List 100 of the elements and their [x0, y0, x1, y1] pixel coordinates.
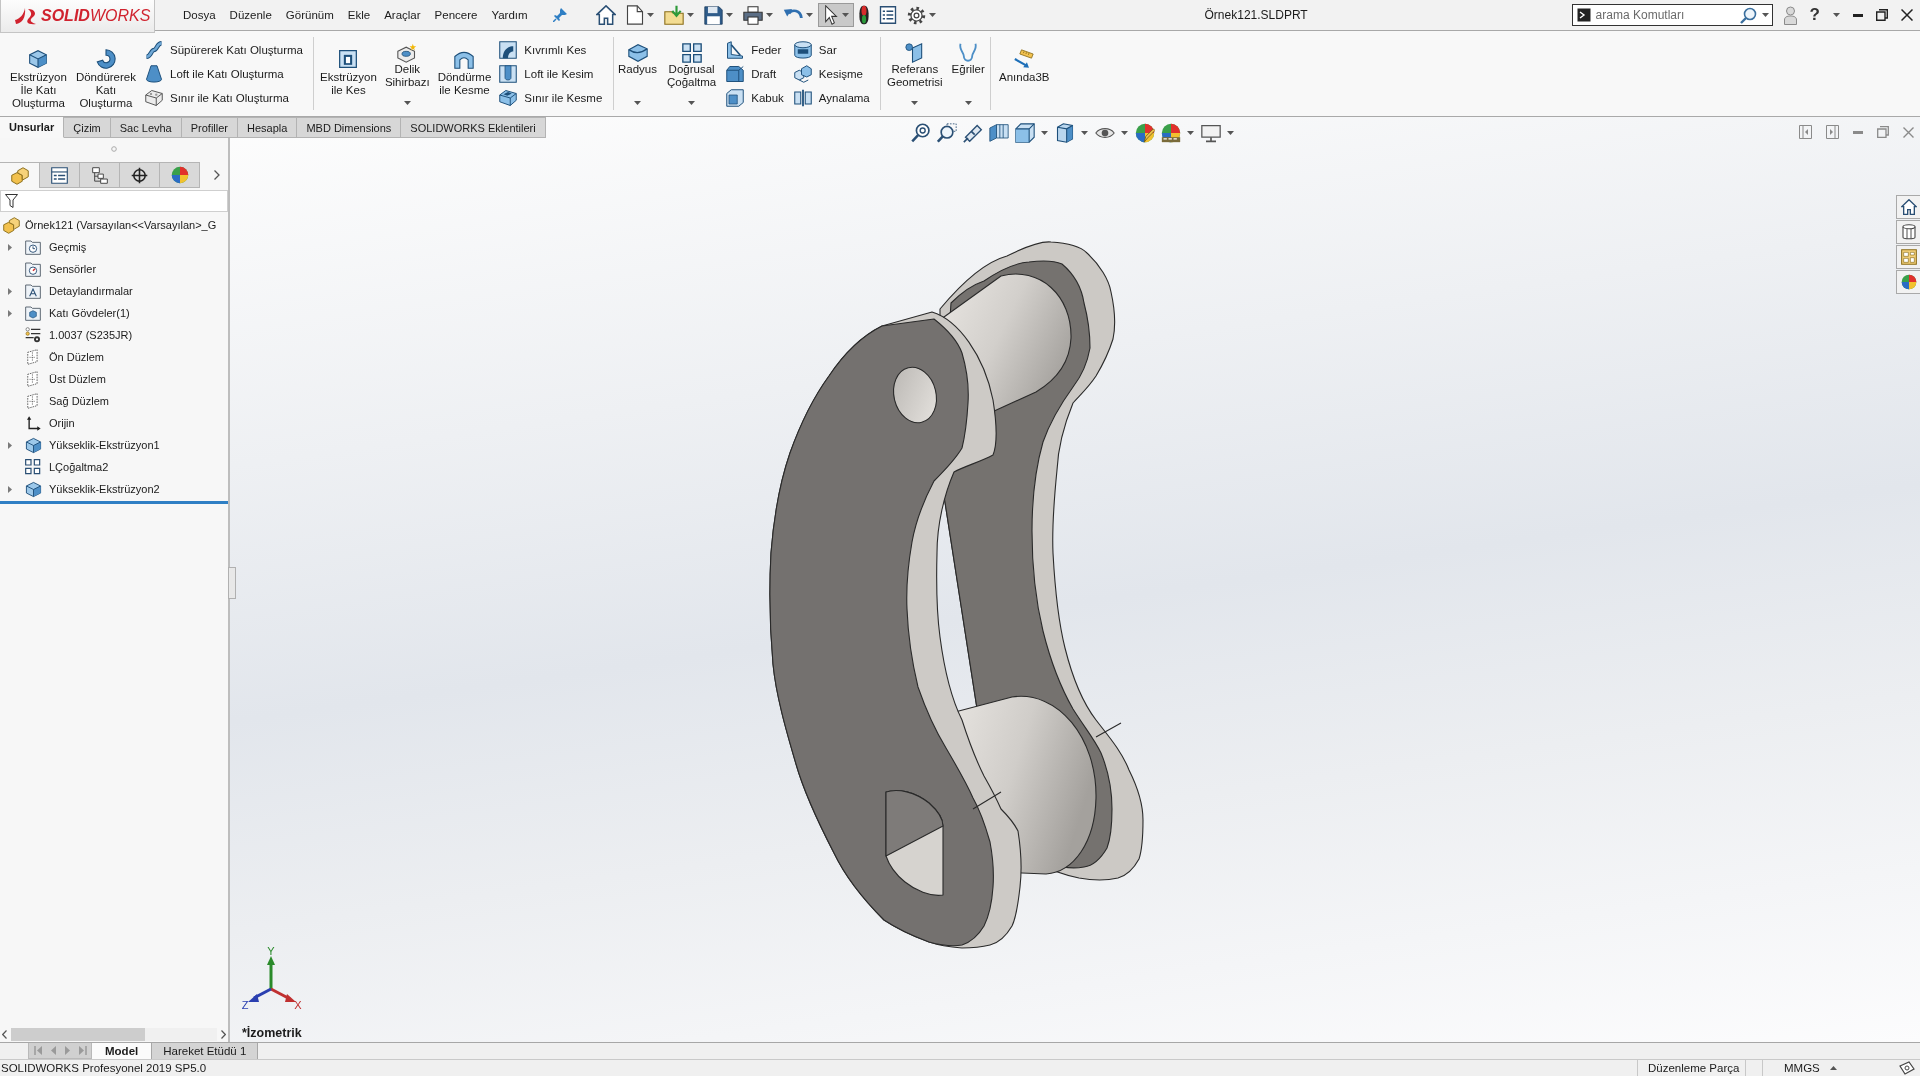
shaded-box-icon[interactable]	[1055, 123, 1075, 143]
zoom-area-icon[interactable]	[937, 123, 957, 143]
tree-item[interactable]: Yükseklik-Ekstrüzyon2	[49, 483, 160, 495]
color-ball-pencil-icon[interactable]	[1135, 123, 1155, 143]
scrollbar-thumb[interactable]	[11, 1028, 145, 1041]
menu-item[interactable]: Pencere	[427, 6, 485, 24]
rib-icon	[726, 41, 745, 59]
tree-item[interactable]: Detaylandırmalar	[49, 285, 133, 297]
expand-arrow-icon[interactable]	[8, 441, 12, 449]
ribbon-tab[interactable]: MBD Dimensions	[297, 117, 402, 138]
ribbon-button[interactable]: Sınır ile Katı Oluşturma	[145, 86, 303, 110]
expand-arrow-icon[interactable]	[8, 485, 12, 493]
expand-arrow-icon[interactable]	[8, 287, 12, 295]
telescope-icon[interactable]	[963, 123, 983, 143]
scroll-left-icon[interactable]	[2, 1030, 7, 1039]
expand-arrow-icon[interactable]	[8, 243, 12, 251]
filter-field[interactable]	[0, 190, 228, 212]
tree-item[interactable]: Geçmiş	[49, 241, 87, 253]
manager-tab[interactable]	[120, 162, 160, 188]
toolbar-button[interactable]	[817, 3, 854, 27]
tree-item[interactable]: LÇoğaltma2	[49, 461, 109, 473]
ribbon-button[interactable]: Kıvrımlı Kes	[499, 38, 603, 62]
ribbon-button[interactable]: Feder	[726, 38, 784, 62]
caret-icon	[841, 13, 849, 17]
units-selector[interactable]: MMGS	[1784, 1062, 1820, 1074]
menu-item[interactable]: Düzenle	[222, 6, 279, 24]
hollow-box-icon	[726, 89, 745, 107]
task-pane-tab[interactable]	[1896, 245, 1920, 269]
ribbon-button[interactable]: Sınır ile Kesme	[499, 86, 603, 110]
ribbon-button[interactable]: Süpürerek Katı Oluşturma	[145, 38, 303, 62]
pin-icon[interactable]	[552, 8, 567, 22]
manager-tab[interactable]	[40, 162, 80, 188]
menu-item[interactable]: Görünüm	[278, 6, 341, 24]
manager-tab[interactable]	[80, 162, 120, 188]
search-box[interactable]: arama Komutları	[1571, 4, 1773, 26]
scroll-right-icon[interactable]	[221, 1030, 226, 1039]
tree-item[interactable]: Ön Düzlem	[49, 351, 105, 363]
terminal-icon	[1576, 8, 1591, 22]
ribbon-tab[interactable]: SOLIDWORKS Eklentileri	[401, 117, 546, 138]
help-button[interactable]: ?	[1809, 5, 1820, 25]
overlap-cubes-icon	[793, 65, 812, 83]
minimize-icon[interactable]	[1853, 13, 1863, 17]
close-icon[interactable]	[1901, 9, 1913, 21]
ribbon-button[interactable]: Loft ile Kesim	[499, 62, 603, 86]
ribbon-button[interactable]: Aynalama	[793, 86, 870, 110]
tree-item[interactable]: Üst Düzlem	[49, 373, 106, 385]
user-icon[interactable]	[1783, 5, 1797, 25]
ribbon-button[interactable]: Döndürme ile Kesme	[437, 37, 492, 110]
tile-right-icon[interactable]	[1826, 125, 1839, 139]
search-icon[interactable]	[1739, 6, 1757, 24]
menu-item[interactable]: Araçlar	[377, 6, 428, 24]
tree-item[interactable]: Yükseklik-Ekstrüzyon1	[49, 439, 160, 451]
sheet-tab[interactable]: Hareket Etüdü 1	[152, 1043, 259, 1059]
ribbon-button[interactable]: Kesişme	[793, 62, 870, 86]
tag-icon[interactable]	[1899, 1061, 1915, 1075]
ribbon-tab[interactable]: Sac Levha	[110, 117, 182, 138]
search-field[interactable]: arama Komutları	[1595, 7, 1735, 23]
tree-item[interactable]: Sensörler	[49, 263, 97, 275]
tree-item[interactable]: 1.0037 (S235JR)	[49, 329, 133, 341]
color-ball-scene-icon[interactable]	[1161, 123, 1181, 143]
tree-item[interactable]: Sağ Düzlem	[49, 395, 109, 407]
pointer-icon	[822, 5, 839, 25]
task-pane-tab[interactable]	[1896, 195, 1920, 219]
task-pane-tab[interactable]	[1896, 220, 1920, 244]
grip-dot-icon[interactable]	[111, 146, 117, 152]
section-view-icon[interactable]	[989, 123, 1009, 143]
scrollbar-track[interactable]	[11, 1028, 217, 1041]
view-cube-icon[interactable]	[1015, 123, 1035, 143]
sheet-tab[interactable]: Model	[92, 1043, 153, 1059]
ribbon-tab[interactable]: Profiller	[181, 117, 239, 138]
splitter-handle[interactable]	[228, 567, 236, 599]
menu-item[interactable]: Ekle	[340, 6, 378, 24]
restore-icon[interactable]	[1876, 9, 1888, 21]
tree-item[interactable]: Katı Gövdeler(1)	[49, 307, 130, 319]
menu-item[interactable]: Dosya	[176, 6, 223, 24]
ribbon-button[interactable]: Radyus	[618, 37, 657, 110]
tile-left-icon[interactable]	[1799, 125, 1812, 139]
expand-arrow-icon[interactable]	[8, 309, 12, 317]
ribbon-button[interactable]: Anında3B	[999, 37, 1050, 110]
chevron-right-icon[interactable]	[214, 170, 220, 180]
ribbon-button[interactable]: Referans Geometrisi	[887, 37, 943, 110]
ribbon-button[interactable]: Döndürerek Katı Oluşturma	[75, 37, 136, 110]
zoom-fit-icon[interactable]	[911, 123, 931, 143]
monitor-icon[interactable]	[1201, 123, 1221, 143]
tree-item[interactable]: Orijin	[49, 417, 75, 429]
cut-cube-icon	[338, 49, 359, 69]
ribbon-tab[interactable]: Çizim	[64, 117, 111, 138]
ribbon-button[interactable]: Delik Sihirbazı	[384, 37, 430, 110]
ribbon-button[interactable]: Draft	[726, 62, 784, 86]
ribbon-button[interactable]: Sar	[793, 38, 870, 62]
ribbon-tab[interactable]: Hesapla	[238, 117, 298, 138]
tree-item[interactable]: Örnek121 (Varsayılan<<Varsayılan>_G	[25, 219, 217, 231]
task-pane-tab[interactable]	[1896, 270, 1920, 294]
ribbon-button[interactable]: Kabuk	[726, 86, 784, 110]
ribbon-button[interactable]: Loft ile Katı Oluşturma	[145, 62, 303, 86]
ribbon-button[interactable]: Ekstrüzyon İle Katı Oluşturma	[10, 37, 67, 110]
ribbon-button[interactable]: Ekstrüzyon ile Kes	[320, 37, 377, 110]
ribbon-button[interactable]: Doğrusal Çoğaltma	[667, 37, 717, 110]
ribbon-button[interactable]: Eğriler	[951, 37, 985, 110]
menu-item[interactable]: Yardım	[484, 6, 535, 24]
